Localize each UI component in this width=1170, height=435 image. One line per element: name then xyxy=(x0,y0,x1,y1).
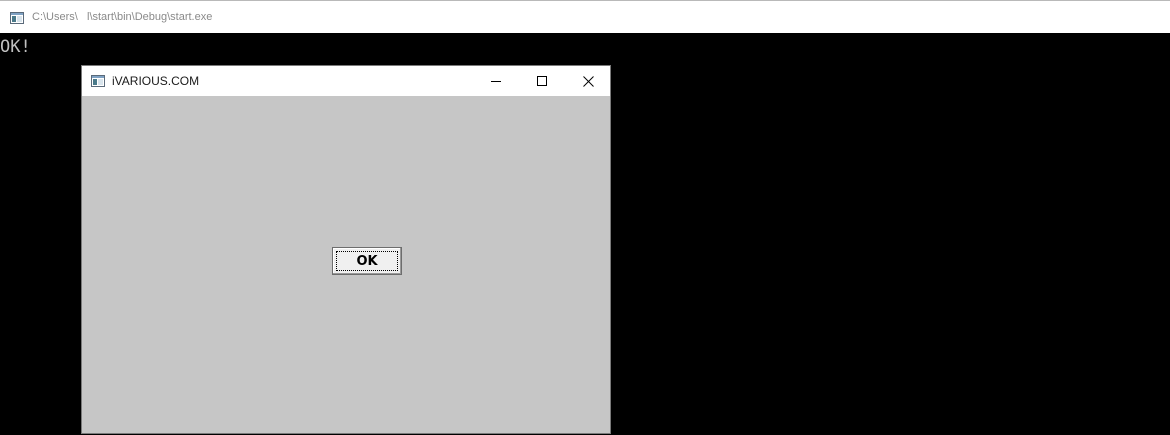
minimize-icon xyxy=(491,81,501,82)
console-window-icon xyxy=(10,11,24,24)
maximize-button[interactable] xyxy=(519,66,565,96)
console-titlebar[interactable]: C:\Users\ l\start\bin\Debug\start.exe xyxy=(0,0,1170,33)
dialog-titlebar[interactable]: iVARIOUS.COM xyxy=(82,66,610,96)
ok-button[interactable]: OK xyxy=(332,247,402,275)
ok-button-label: OK xyxy=(356,253,378,269)
console-output-text: OK! xyxy=(0,37,31,57)
dialog-title: iVARIOUS.COM xyxy=(112,74,200,88)
dialog-window-icon xyxy=(91,74,105,87)
close-button[interactable] xyxy=(565,66,611,96)
maximize-icon xyxy=(537,76,547,86)
minimize-button[interactable] xyxy=(473,66,519,96)
close-icon xyxy=(582,75,594,87)
console-window-title: C:\Users\ l\start\bin\Debug\start.exe xyxy=(32,11,213,23)
dialog-window: iVARIOUS.COM OK xyxy=(81,65,611,434)
